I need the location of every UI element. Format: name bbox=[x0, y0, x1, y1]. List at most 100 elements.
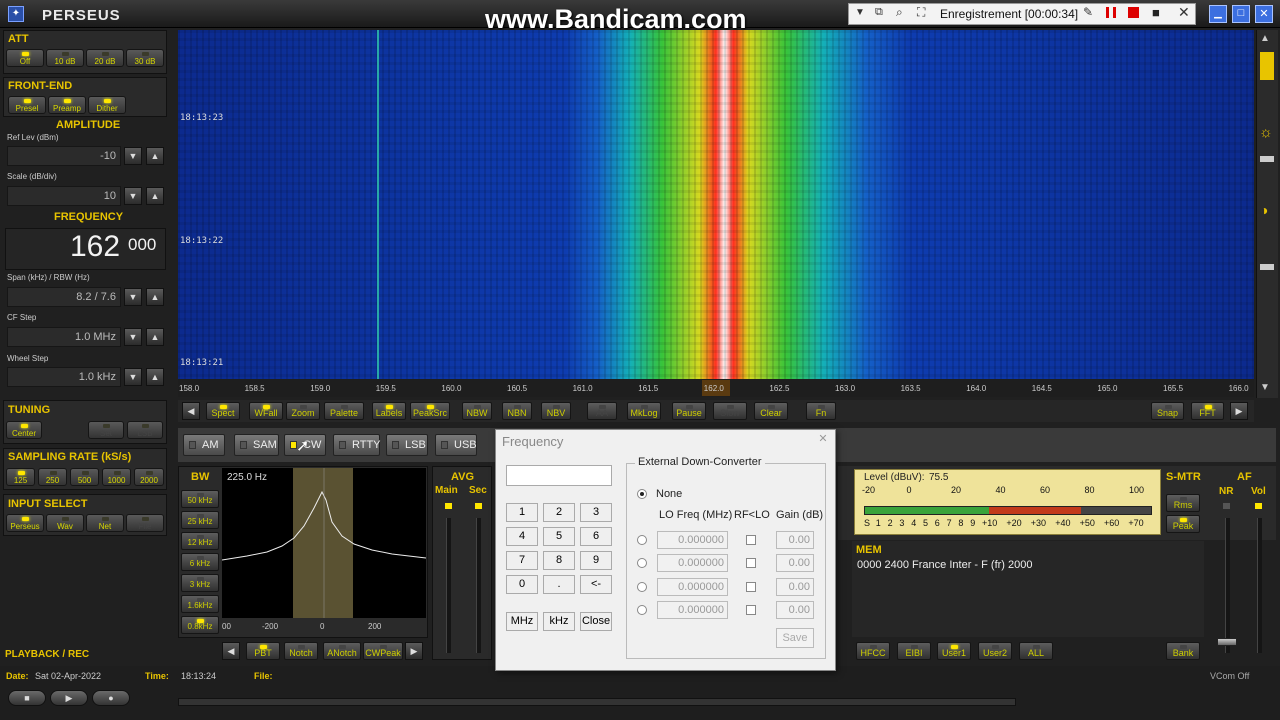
sr-125-button[interactable]: 125 bbox=[6, 468, 35, 486]
toolbar-button[interactable]: WFall bbox=[249, 402, 283, 420]
mode-lsb-button[interactable]: LSB bbox=[386, 434, 428, 456]
span-down-icon[interactable]: ▼ bbox=[124, 288, 142, 306]
toolbar-button[interactable]: Pause bbox=[672, 402, 706, 420]
input-wav-button[interactable]: Wav bbox=[46, 514, 84, 532]
keypad-key[interactable]: 5 bbox=[543, 527, 575, 546]
pencil-icon[interactable]: ✎ bbox=[1083, 5, 1093, 19]
bank-button[interactable]: Bank bbox=[1166, 642, 1200, 660]
att-30db-button[interactable]: 30 dB bbox=[126, 49, 164, 67]
toolbar-button[interactable]: NBW bbox=[462, 402, 492, 420]
toolbar-button[interactable]: Spect bbox=[206, 402, 240, 420]
passband-display[interactable] bbox=[222, 468, 426, 618]
dialog-close-button[interactable]: Close bbox=[580, 612, 612, 631]
save-button[interactable]: Save bbox=[776, 628, 814, 648]
scroll-down-icon[interactable]: ▼ bbox=[1260, 382, 1270, 393]
hfcc-button[interactable]: HFCC bbox=[856, 642, 890, 660]
rf-lo-checkbox[interactable] bbox=[746, 581, 756, 592]
camera-icon[interactable]: ■ bbox=[1152, 5, 1160, 20]
nr-slider[interactable] bbox=[1225, 518, 1230, 653]
keypad-key[interactable]: 6 bbox=[580, 527, 612, 546]
dropdown-icon[interactable]: ▼ bbox=[855, 7, 865, 18]
mode-sam-button[interactable]: SAM bbox=[234, 434, 279, 456]
rf-lo-checkbox[interactable] bbox=[746, 535, 756, 545]
ref-level-down-icon[interactable]: ▼ bbox=[124, 147, 142, 165]
pause-rec-icon[interactable] bbox=[1106, 7, 1116, 18]
keypad-key[interactable]: 7 bbox=[506, 551, 538, 570]
tuning-lsb-button[interactable]: LSB bbox=[127, 421, 163, 439]
toolbar-button[interactable]: AA bbox=[587, 402, 617, 420]
input-net-button[interactable]: Net bbox=[86, 514, 124, 532]
stop-rec-icon[interactable] bbox=[1128, 7, 1139, 18]
dialog-close-icon[interactable]: ✕ bbox=[814, 432, 832, 448]
cfstep-field[interactable]: 1.0 MHz bbox=[7, 327, 121, 347]
gain-field[interactable]: 0.00 bbox=[776, 531, 814, 549]
presel-button[interactable]: Presel bbox=[8, 96, 46, 114]
play-button[interactable]: ▶ bbox=[50, 690, 88, 706]
span-up-icon[interactable]: ▲ bbox=[146, 288, 164, 306]
dither-button[interactable]: Dither bbox=[88, 96, 126, 114]
bw-button[interactable]: 0.8kHz bbox=[181, 616, 219, 634]
toolbar-button[interactable]: Labels bbox=[372, 402, 406, 420]
lo-freq-field[interactable]: 0.000000 bbox=[657, 600, 728, 619]
bw-button[interactable]: 1.6kHz bbox=[181, 595, 219, 613]
sr-1000-button[interactable]: 1000 bbox=[102, 468, 131, 486]
toolbar-button[interactable]: MkLog bbox=[627, 402, 661, 420]
toolbar-button[interactable]: Palette bbox=[324, 402, 364, 420]
keypad-key[interactable]: 4 bbox=[506, 527, 538, 546]
waterfall-display[interactable] bbox=[178, 30, 1254, 379]
keypad-key[interactable]: 8 bbox=[543, 551, 575, 570]
lo-freq-field[interactable]: 0.000000 bbox=[657, 531, 728, 549]
scroll-up-icon[interactable]: ▲ bbox=[1260, 33, 1270, 44]
mode-usb-button[interactable]: USB bbox=[435, 434, 477, 456]
notch-button[interactable]: Notch bbox=[284, 642, 318, 660]
sr-2000-button[interactable]: 2000 bbox=[134, 468, 164, 486]
anotch-button[interactable]: ANotch bbox=[323, 642, 361, 660]
minimize-button[interactable]: ▁ bbox=[1209, 5, 1227, 23]
mhz-button[interactable]: MHz bbox=[506, 612, 538, 631]
toolbar-button[interactable]: Slow bbox=[713, 402, 747, 420]
frequency-input[interactable] bbox=[506, 465, 612, 486]
gain-field[interactable]: 0.00 bbox=[776, 554, 814, 573]
close-recording-icon[interactable]: ✕ bbox=[1178, 4, 1190, 21]
vol-slider[interactable] bbox=[1257, 518, 1262, 653]
att-off-button[interactable]: Off bbox=[6, 49, 44, 67]
mode-rtty-button[interactable]: RTTY bbox=[333, 434, 381, 456]
cfstep-down-icon[interactable]: ▼ bbox=[124, 328, 142, 346]
input-file-button[interactable]: File bbox=[126, 514, 164, 532]
snap-button[interactable]: Snap bbox=[1151, 402, 1184, 420]
user2-button[interactable]: User2 bbox=[978, 642, 1012, 660]
wheel-field[interactable]: 1.0 kHz bbox=[7, 367, 121, 387]
wheel-up-icon[interactable]: ▲ bbox=[146, 368, 164, 386]
toolbar-button[interactable]: Clear bbox=[754, 402, 788, 420]
sr-500-button[interactable]: 500 bbox=[70, 468, 99, 486]
cfstep-up-icon[interactable]: ▲ bbox=[146, 328, 164, 346]
window-icon[interactable]: ⧉ bbox=[875, 6, 883, 19]
keypad-key[interactable]: . bbox=[543, 575, 575, 594]
peak-button[interactable]: Peak bbox=[1166, 515, 1200, 533]
gain-field[interactable]: 0.00 bbox=[776, 577, 814, 596]
record-button[interactable]: ● bbox=[92, 690, 130, 706]
eibi-button[interactable]: EIBI bbox=[897, 642, 931, 660]
all-button[interactable]: ALL bbox=[1019, 642, 1053, 660]
rf-lo-checkbox[interactable] bbox=[746, 558, 756, 569]
bw-button[interactable]: 6 kHz bbox=[181, 553, 219, 571]
avg-sec-slider[interactable] bbox=[476, 518, 481, 653]
center-button[interactable]: Center bbox=[6, 421, 42, 439]
avg-main-slider[interactable] bbox=[446, 518, 451, 653]
keypad-key[interactable]: 9 bbox=[580, 551, 612, 570]
rms-button[interactable]: Rms bbox=[1166, 494, 1200, 512]
lo-freq-field[interactable]: 0.000000 bbox=[657, 554, 728, 573]
lo-freq-field[interactable]: 0.000000 bbox=[657, 577, 728, 596]
toolbar-button[interactable]: Zoom bbox=[286, 402, 320, 420]
playback-progress[interactable] bbox=[178, 698, 1016, 706]
filter-left-icon[interactable]: ◀ bbox=[222, 642, 240, 660]
rf-lo-checkbox[interactable] bbox=[746, 604, 756, 615]
toolbar-button[interactable]: Fn bbox=[806, 402, 836, 420]
scale-field[interactable]: 10 bbox=[7, 186, 121, 206]
close-button[interactable]: ✕ bbox=[1255, 5, 1273, 23]
wheel-down-icon[interactable]: ▼ bbox=[124, 368, 142, 386]
sr-250-button[interactable]: 250 bbox=[38, 468, 67, 486]
toolbar-right-icon[interactable]: ▶ bbox=[1230, 402, 1248, 420]
mode-am-button[interactable]: AM bbox=[183, 434, 225, 456]
ref-level-field[interactable]: -10 bbox=[7, 146, 121, 166]
